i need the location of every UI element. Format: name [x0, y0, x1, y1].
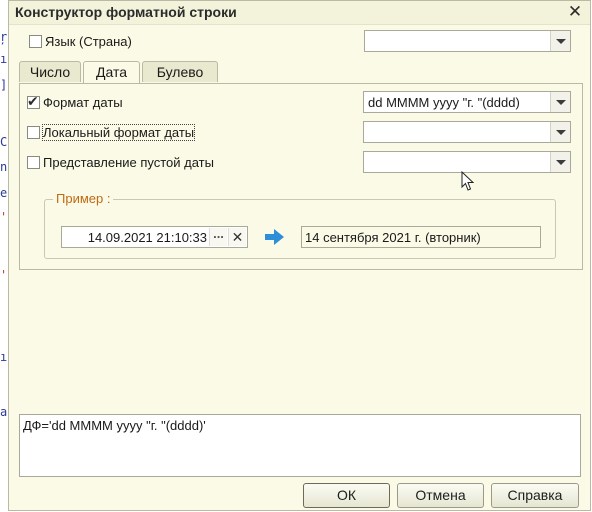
- language-select[interactable]: [364, 30, 571, 52]
- empty-date-label: Представление пустой даты: [43, 155, 214, 170]
- ellipsis-button[interactable]: ...: [209, 227, 227, 246]
- title-bar: Конструктор форматной строки ✕: [9, 1, 590, 25]
- editor-glyph: ŗ: [0, 30, 8, 44]
- date-format-label: Формат даты: [43, 95, 123, 110]
- tab-label: Число: [29, 64, 71, 80]
- checkmark-icon: ✔: [27, 93, 39, 109]
- help-button[interactable]: Справка: [491, 483, 579, 508]
- chevron-down-icon[interactable]: [550, 92, 570, 112]
- language-checkbox[interactable]: [29, 35, 42, 48]
- editor-glyph: ': [0, 210, 8, 224]
- clear-icon[interactable]: ✕: [228, 228, 246, 246]
- format-string-value: ДФ='dd MMMM yyyy "г. "(dddd)': [23, 418, 206, 433]
- example-date-input[interactable]: 14.09.2021 21:10:33 ... ✕: [61, 226, 248, 248]
- local-format-label: Локальный формат даты: [41, 124, 196, 141]
- format-string-dialog: Конструктор форматной строки ✕ Язык (Стр…: [8, 0, 591, 511]
- cancel-button[interactable]: Отмена: [397, 483, 484, 508]
- tab-boolean[interactable]: Булево: [142, 61, 218, 82]
- date-format-checkbox-row[interactable]: ✔ Формат даты: [27, 93, 123, 110]
- example-result: 14 сентября 2021 г. (вторник): [301, 226, 541, 248]
- tab-date[interactable]: Дата: [83, 61, 140, 84]
- format-string-field[interactable]: ДФ='dd MMMM yyyy "г. "(dddd)': [19, 414, 581, 477]
- editor-glyph: ı: [0, 350, 8, 364]
- editor-glyph: ]: [0, 78, 8, 92]
- example-date-value: 14.09.2021 21:10:33: [87, 230, 207, 245]
- tab-label: Булево: [156, 64, 204, 80]
- editor-glyph: ': [0, 268, 8, 282]
- cancel-button-label: Отмена: [415, 487, 466, 503]
- tab-label: Дата: [95, 64, 127, 80]
- language-label: Язык (Страна): [45, 34, 132, 49]
- empty-date-checkbox[interactable]: [27, 156, 40, 169]
- tab-number[interactable]: Число: [19, 61, 81, 82]
- local-format-select[interactable]: [363, 121, 571, 143]
- local-format-checkbox-row[interactable]: Локальный формат даты: [27, 124, 196, 141]
- chevron-down-icon[interactable]: [550, 31, 570, 51]
- ok-button[interactable]: ОК: [303, 483, 390, 508]
- date-format-checkbox[interactable]: ✔: [27, 93, 40, 109]
- arrow-right-icon: [265, 229, 284, 245]
- example-group-title: Пример :: [53, 191, 114, 206]
- background-editor: ŗ ı ] C n e ' ' ı a: [0, 0, 8, 512]
- example-result-value: 14 сентября 2021 г. (вторник): [305, 230, 481, 245]
- ok-button-label: ОК: [336, 487, 357, 503]
- mouse-cursor-icon: [461, 171, 475, 191]
- date-format-select[interactable]: dd MMMM yyyy "г. "(dddd): [363, 91, 571, 113]
- editor-glyph: ı: [0, 52, 8, 66]
- editor-glyph: C: [0, 135, 8, 149]
- date-format-value: dd MMMM yyyy "г. "(dddd): [368, 95, 520, 110]
- chevron-down-icon[interactable]: [550, 122, 570, 142]
- editor-glyph: e: [0, 186, 8, 200]
- empty-date-checkbox-row[interactable]: Представление пустой даты: [27, 155, 214, 170]
- close-icon[interactable]: ✕: [566, 3, 584, 21]
- help-button-label: Справка: [507, 487, 563, 503]
- local-format-checkbox[interactable]: [27, 126, 40, 139]
- chevron-down-icon[interactable]: [550, 152, 570, 172]
- editor-glyph: n: [0, 160, 8, 174]
- dialog-title: Конструктор форматной строки: [15, 4, 237, 20]
- language-checkbox-row[interactable]: Язык (Страна): [29, 34, 132, 49]
- editor-glyph: a: [0, 405, 8, 419]
- empty-date-select[interactable]: [363, 151, 571, 173]
